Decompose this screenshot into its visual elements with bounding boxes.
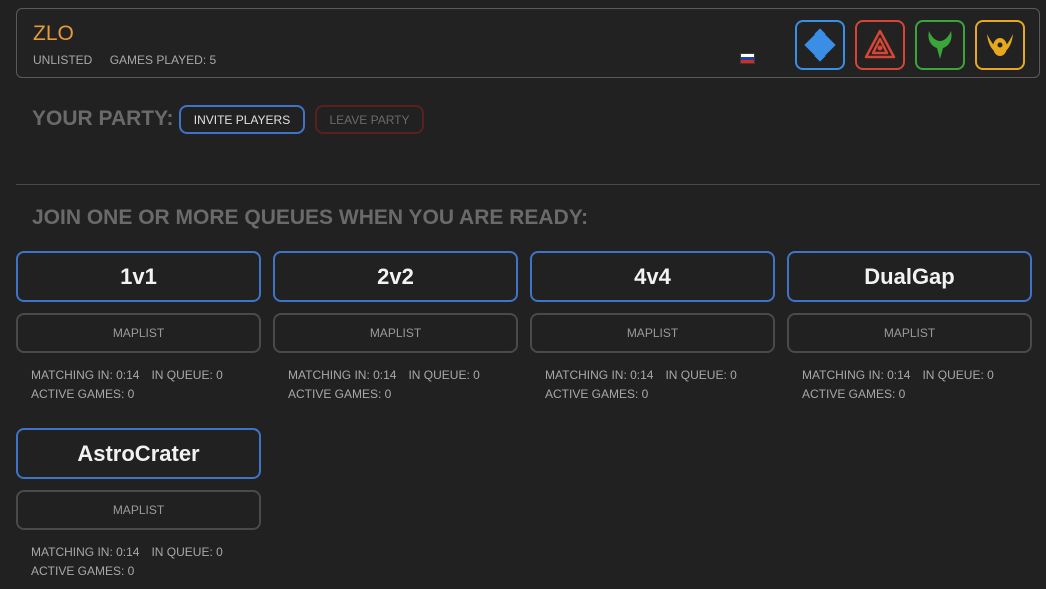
- active-games: ACTIVE GAMES: 0: [802, 387, 906, 401]
- rank-status: UNLISTED: [33, 53, 93, 67]
- queue-card-2v2: 2v2 MAPLIST MATCHING IN: 0:14 IN QUEUE: 0…: [273, 251, 518, 404]
- active-games: ACTIVE GAMES: 0: [288, 387, 392, 401]
- active-games: ACTIVE GAMES: 0: [545, 387, 649, 401]
- profile-panel: ZLO UNLISTED GAMES PLAYED: 5: [16, 8, 1040, 78]
- in-queue-count: IN QUEUE: 0: [922, 368, 994, 382]
- matching-time: MATCHING IN: 0:14: [802, 368, 911, 382]
- matching-time: MATCHING IN: 0:14: [545, 368, 654, 382]
- matching-time: MATCHING IN: 0:14: [31, 368, 140, 382]
- games-played: GAMES PLAYED: 5: [109, 53, 217, 67]
- maplist-button[interactable]: MAPLIST: [16, 490, 261, 530]
- queue-button-dualgap[interactable]: DualGap: [787, 251, 1032, 302]
- queue-button-astrocrater[interactable]: AstroCrater: [16, 428, 261, 479]
- active-games: ACTIVE GAMES: 0: [31, 564, 135, 578]
- queue-card-dualgap: DualGap MAPLIST MATCHING IN: 0:14 IN QUEU…: [787, 251, 1032, 404]
- maplist-button[interactable]: MAPLIST: [16, 313, 261, 353]
- queue-stats: MATCHING IN: 0:14 IN QUEUE: 0 ACTIVE GAME…: [530, 366, 775, 404]
- in-queue-count: IN QUEUE: 0: [151, 368, 223, 382]
- in-queue-count: IN QUEUE: 0: [408, 368, 480, 382]
- in-queue-count: IN QUEUE: 0: [151, 545, 223, 559]
- maplist-button[interactable]: MAPLIST: [273, 313, 518, 353]
- leave-party-button[interactable]: LEAVE PARTY: [315, 105, 424, 134]
- party-label: YOUR PARTY:: [32, 107, 174, 130]
- invite-players-button[interactable]: INVITE PLAYERS: [179, 105, 305, 134]
- queue-button-1v1[interactable]: 1v1: [16, 251, 261, 302]
- green-claw-icon[interactable]: [915, 20, 965, 70]
- in-queue-count: IN QUEUE: 0: [665, 368, 737, 382]
- player-name: ZLO: [33, 22, 74, 45]
- red-triangle-emblem-icon[interactable]: [855, 20, 905, 70]
- queue-button-2v2[interactable]: 2v2: [273, 251, 518, 302]
- matching-time: MATCHING IN: 0:14: [288, 368, 397, 382]
- queue-card-1v1: 1v1 MAPLIST MATCHING IN: 0:14 IN QUEUE: 0…: [16, 251, 261, 404]
- section-divider: [16, 184, 1040, 185]
- matching-time: MATCHING IN: 0:14: [31, 545, 140, 559]
- country-flag-icon: [740, 53, 755, 64]
- queue-card-4v4: 4v4 MAPLIST MATCHING IN: 0:14 IN QUEUE: 0…: [530, 251, 775, 404]
- queue-button-4v4[interactable]: 4v4: [530, 251, 775, 302]
- profile-meta: UNLISTED GAMES PLAYED: 5: [33, 53, 230, 67]
- queue-stats: MATCHING IN: 0:14 IN QUEUE: 0 ACTIVE GAME…: [787, 366, 1032, 404]
- queue-stats: MATCHING IN: 0:14 IN QUEUE: 0 ACTIVE GAME…: [16, 366, 261, 404]
- gold-beetle-icon[interactable]: [975, 20, 1025, 70]
- queues-heading: JOIN ONE OR MORE QUEUES WHEN YOU ARE REA…: [32, 206, 589, 229]
- maplist-button[interactable]: MAPLIST: [787, 313, 1032, 353]
- queue-card-astrocrater: AstroCrater MAPLIST MATCHING IN: 0:14 IN …: [16, 428, 261, 581]
- queue-stats: MATCHING IN: 0:14 IN QUEUE: 0 ACTIVE GAME…: [273, 366, 518, 404]
- maplist-button[interactable]: MAPLIST: [530, 313, 775, 353]
- active-games: ACTIVE GAMES: 0: [31, 387, 135, 401]
- queue-stats: MATCHING IN: 0:14 IN QUEUE: 0 ACTIVE GAME…: [16, 543, 261, 581]
- blue-diamond-grid-icon[interactable]: [795, 20, 845, 70]
